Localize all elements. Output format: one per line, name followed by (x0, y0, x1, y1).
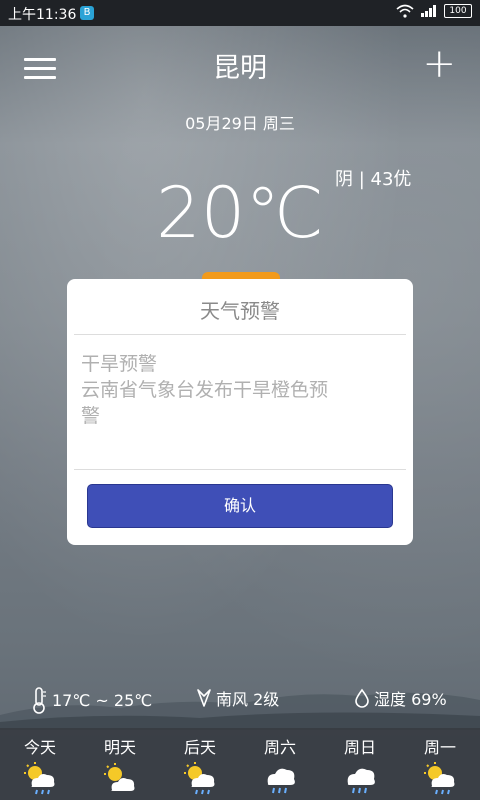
wifi-icon (396, 4, 414, 18)
divider (74, 334, 406, 335)
battery-icon: 100 (444, 4, 472, 18)
weather-stats: 17℃ ~ 25℃ 南风 2级 湿度 69% (0, 682, 480, 714)
partly-cloudy-icon (104, 763, 135, 791)
status-bar: 上午11:36 B 100 (0, 0, 480, 26)
dialog-message-line: 云南省气象台发布干旱橙色预 (81, 379, 329, 401)
dialog-title: 天气预警 (200, 299, 280, 323)
humidity-value: 湿度 69% (374, 690, 447, 709)
dialog-message-line: 干旱预警 (81, 353, 158, 375)
wind-value: 南风 2级 (216, 690, 280, 709)
humidity-drop-icon (355, 688, 369, 708)
weather-alert-dialog: 天气预警 干旱预警 云南省气象台发布干旱橙色预 警 确认 (67, 279, 413, 545)
humidity-stat: 湿度 69% (354, 686, 447, 710)
forecast-day[interactable]: 明天 (90, 734, 150, 796)
signal-icon (421, 5, 436, 17)
forecast-day[interactable]: 周日 (330, 734, 390, 796)
partly-cloudy-rain-icon (24, 762, 55, 795)
temp-range: 17℃ ~ 25℃ (52, 690, 153, 710)
partly-cloudy-rain-icon (184, 762, 215, 795)
forecast-strip: 今天 明天 后天 周六 周日 周一 (0, 728, 480, 800)
divider (74, 469, 406, 470)
dialog-message-line: 警 (81, 405, 101, 427)
temp-range-stat: 17℃ ~ 25℃ (30, 686, 152, 714)
current-temperature: 20℃ (156, 172, 324, 254)
cloud-rain-icon (347, 768, 375, 794)
cloud-rain-icon (267, 768, 295, 794)
forecast-day[interactable]: 周一 (410, 734, 470, 796)
add-city-button[interactable]: + (422, 44, 456, 84)
partly-cloudy-rain-icon (424, 762, 455, 795)
status-icons: 100 (396, 4, 472, 18)
city-title: 昆明 (213, 53, 267, 84)
forecast-day-label: 周日 (343, 738, 376, 757)
app-notification-icon: B (80, 6, 94, 20)
wind-stat: 南风 2级 (196, 686, 279, 710)
forecast-day[interactable]: 后天 (170, 734, 230, 796)
wind-direction-icon (197, 689, 211, 707)
confirm-button[interactable]: 确认 (87, 484, 393, 528)
forecast-day-label: 后天 (183, 738, 216, 757)
thermometer-icon (33, 687, 46, 714)
status-time: 上午11:36 (8, 7, 77, 23)
dialog-message: 干旱预警 云南省气象台发布干旱橙色预 警 (81, 351, 399, 429)
forecast-day-label: 明天 (103, 738, 136, 757)
forecast-day-label: 今天 (23, 738, 56, 757)
forecast-day[interactable]: 今天 (10, 734, 70, 796)
forecast-day[interactable]: 周六 (250, 734, 310, 796)
forecast-day-label: 周六 (263, 738, 296, 757)
forecast-day-label: 周一 (423, 738, 456, 757)
date-label: 05月29日 周三 (185, 114, 295, 133)
